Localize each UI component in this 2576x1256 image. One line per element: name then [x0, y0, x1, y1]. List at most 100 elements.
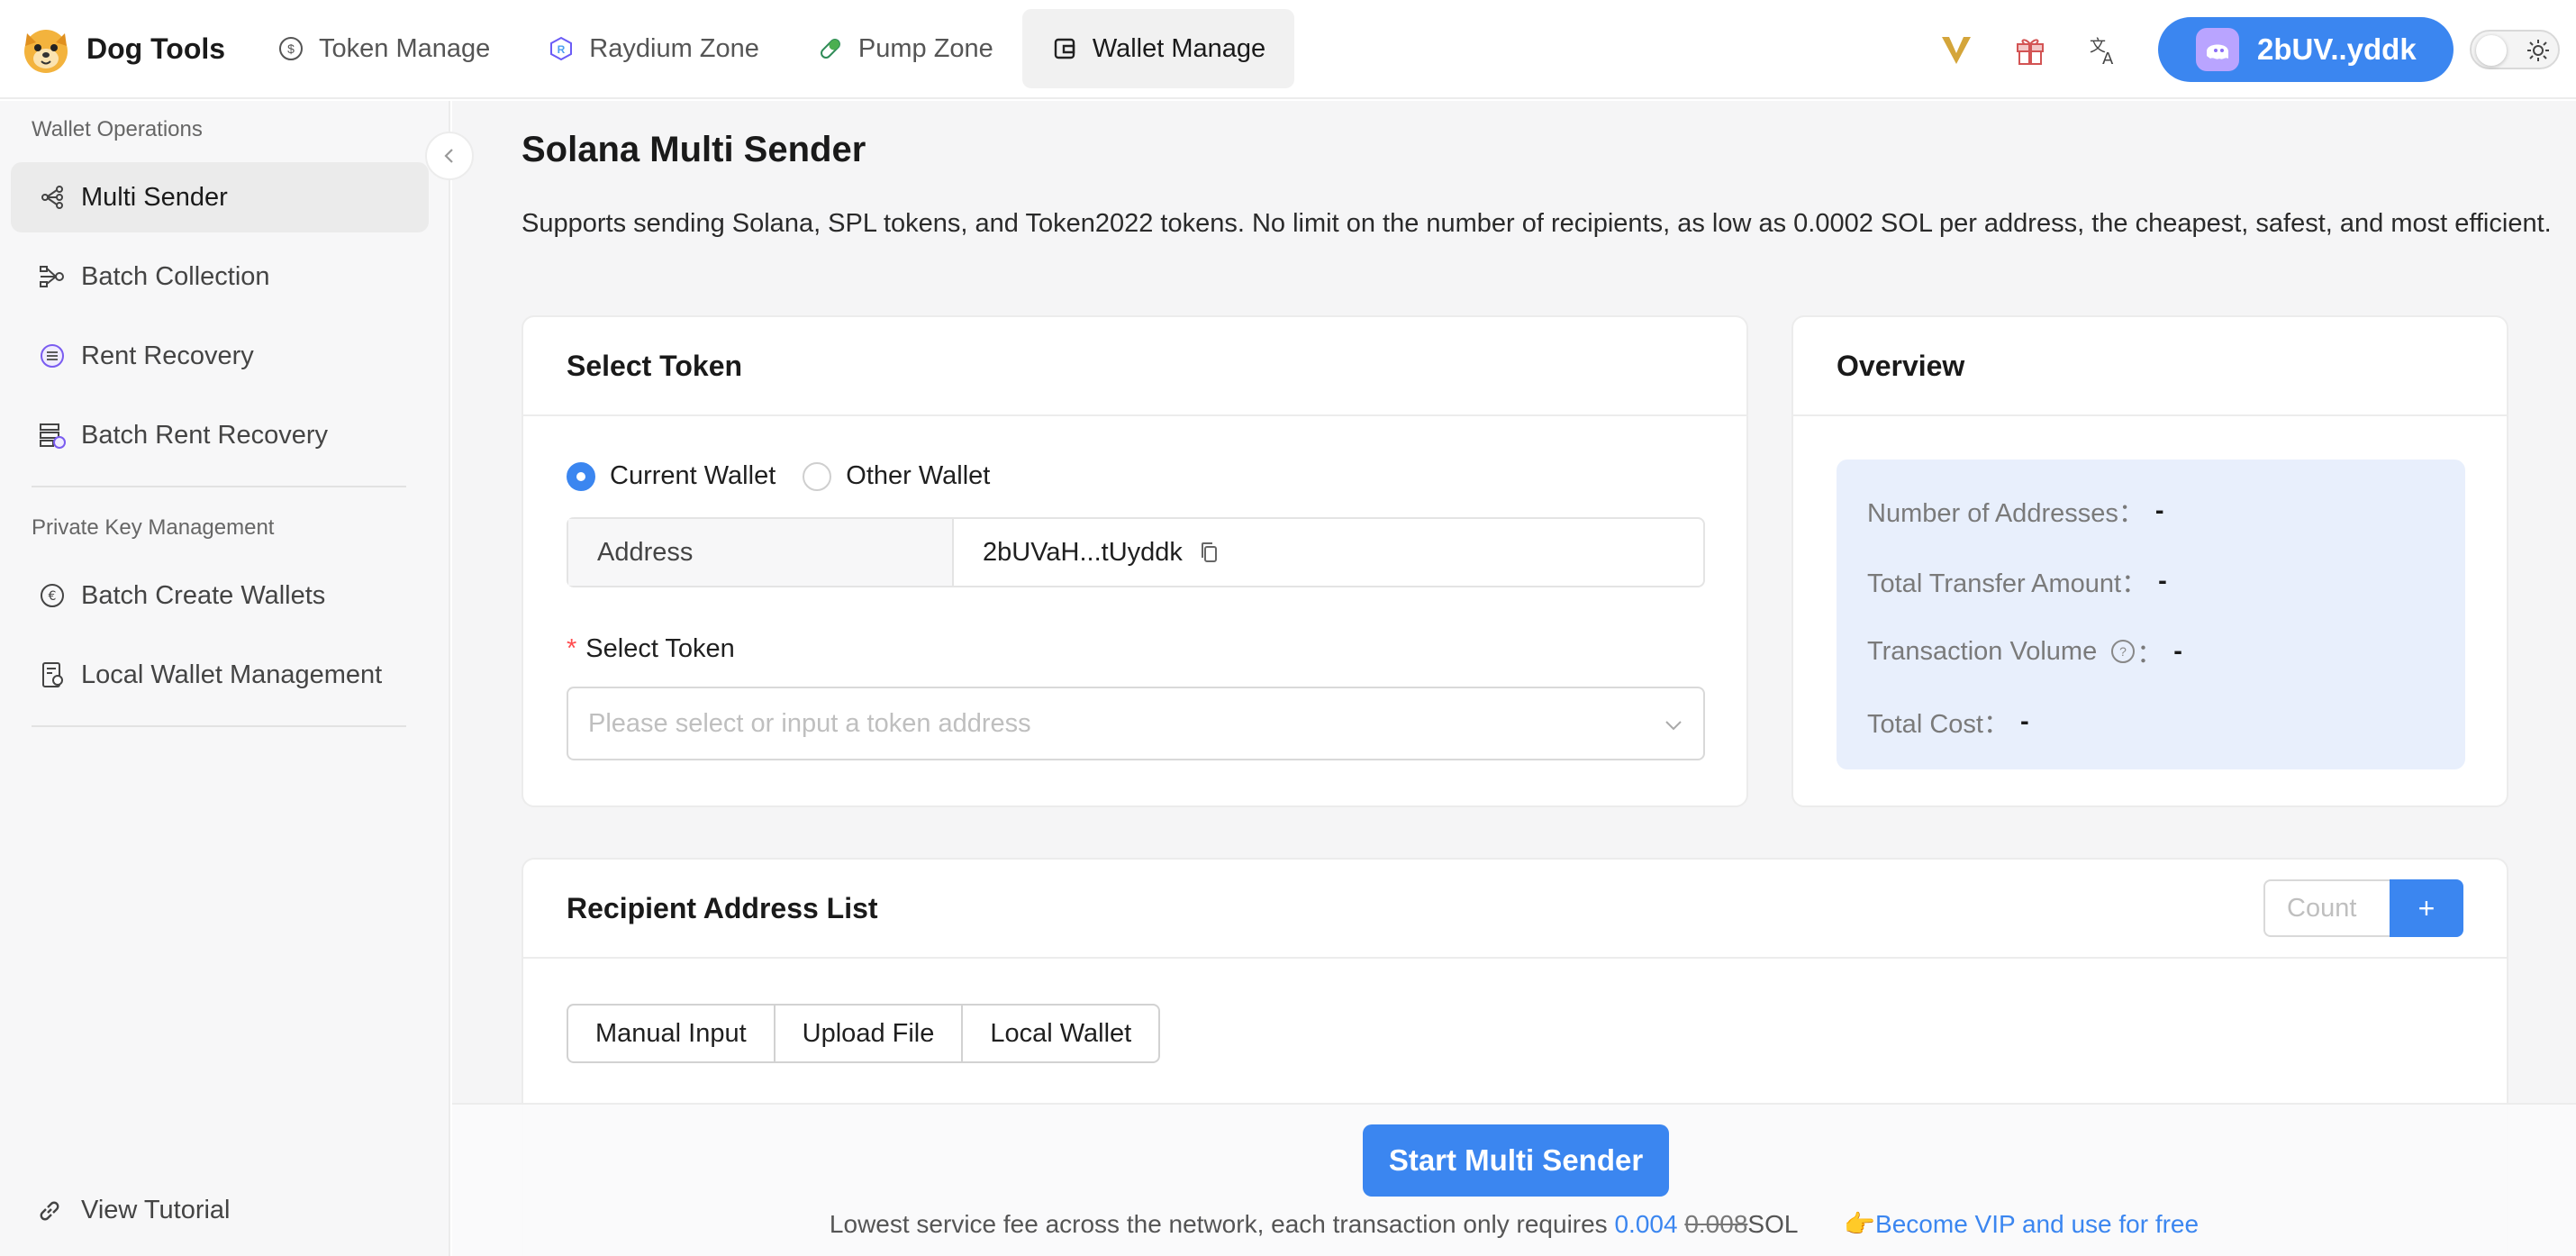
- address-text: 2bUVaH...tUyddk: [983, 537, 1183, 567]
- recipient-list-title: Recipient Address List: [523, 860, 2507, 959]
- translate-icon[interactable]: 文A: [2084, 30, 2124, 69]
- stat-suffix: ：: [2136, 640, 2163, 669]
- stat-total-cost: Total Cost： -: [1867, 703, 2029, 741]
- sidebar-collapse-button[interactable]: [425, 132, 474, 180]
- tab-upload-file[interactable]: Upload File: [773, 1004, 964, 1063]
- svg-text:$: $: [287, 41, 295, 56]
- main-content: Solana Multi Sender Supports sending Sol…: [452, 101, 2576, 1256]
- add-count-button[interactable]: +: [2390, 879, 2463, 937]
- help-circle-icon[interactable]: ?: [2109, 638, 2136, 665]
- dollar-icon: $: [279, 37, 304, 60]
- sidebar-item-label: Local Wallet Management: [81, 660, 383, 689]
- sidebar-item-label: Batch Create Wallets: [81, 580, 326, 610]
- sidebar-item-label: Rent Recovery: [81, 341, 254, 370]
- sidebar-item-rent-recovery[interactable]: Rent Recovery: [11, 321, 429, 391]
- select-token-card-title: Select Token: [523, 317, 1746, 416]
- gift-icon[interactable]: [2010, 30, 2050, 69]
- link-icon: [40, 1201, 59, 1220]
- select-token-label-text: Select Token: [585, 634, 735, 663]
- wallet-address-label: 2bUV..yddk: [2257, 32, 2417, 66]
- stat-value: -: [2158, 566, 2167, 596]
- app-name: Dog Tools: [86, 32, 226, 65]
- sidebar-item-batch-create-wallets[interactable]: € Batch Create Wallets: [11, 560, 429, 631]
- stat-transaction-volume: Transaction Volume ? ： -: [1867, 633, 2182, 670]
- connected-wallet-button[interactable]: 2bUV..yddk: [2158, 17, 2454, 82]
- svg-text:A: A: [2102, 50, 2114, 68]
- sidebar-item-batch-rent-recovery[interactable]: Batch Rent Recovery: [11, 400, 429, 470]
- address-label: Address: [568, 519, 954, 586]
- fee-price: 0.004: [1614, 1210, 1678, 1238]
- svg-text:?: ?: [2119, 644, 2127, 659]
- stat-value: -: [2019, 706, 2029, 736]
- sidebar-item-local-wallet-management[interactable]: Local Wallet Management: [11, 640, 429, 710]
- fee-old-price: 0.008: [1684, 1210, 1748, 1238]
- address-value: 2bUVaH...tUyddk: [954, 519, 1222, 586]
- merge-icon: [40, 266, 64, 287]
- bottom-action-bar: Start Multi Sender Lowest service fee ac…: [452, 1103, 2576, 1256]
- euro-icon: €: [41, 584, 64, 607]
- radio-dot: [567, 461, 595, 491]
- stat-label: Number of Addresses：: [1867, 499, 2145, 528]
- become-vip-link[interactable]: 👉Become VIP and use for free: [1844, 1210, 2199, 1238]
- raydium-icon: R: [550, 36, 573, 61]
- sidebar-item-label: Batch Rent Recovery: [81, 420, 329, 450]
- nav-label: Wallet Manage: [1092, 33, 1266, 63]
- sidebar-item-multi-sender[interactable]: Multi Sender: [11, 162, 429, 232]
- count-input[interactable]: Count: [2263, 879, 2390, 937]
- share-nodes-icon: [41, 186, 63, 209]
- nav-pump-zone[interactable]: Pump Zone: [788, 9, 1022, 88]
- page-title: Solana Multi Sender: [522, 130, 866, 169]
- theme-toggle[interactable]: [2470, 30, 2560, 69]
- radio-other-wallet[interactable]: Other Wallet: [803, 461, 990, 491]
- copy-icon[interactable]: [1197, 540, 1222, 565]
- svg-text:R: R: [558, 43, 566, 56]
- sidebar-item-label: Multi Sender: [81, 182, 228, 212]
- sidebar-item-batch-collection[interactable]: Batch Collection: [11, 241, 429, 312]
- token-address-select[interactable]: Please select or input a token address: [567, 687, 1705, 760]
- select-token-field-label: * Select Token: [567, 634, 735, 664]
- sidebar-divider: [32, 486, 406, 487]
- wallet-doc-icon: [42, 662, 63, 687]
- main-nav: $ Token Manage R Raydium Zone Pump Zone …: [249, 0, 1295, 98]
- token-select-placeholder: Please select or input a token address: [588, 708, 1031, 738]
- section-private-key-management: Private Key Management: [32, 515, 275, 540]
- tutorial-label: View Tutorial: [81, 1196, 231, 1224]
- fee-text: Lowest service fee across the network, e…: [829, 1210, 1608, 1238]
- fee-notice: Lowest service fee across the network, e…: [452, 1209, 2576, 1239]
- stat-number-of-addresses: Number of Addresses： -: [1867, 492, 2164, 530]
- tab-local-wallet[interactable]: Local Wallet: [961, 1004, 1161, 1063]
- nav-label: Pump Zone: [857, 33, 993, 63]
- top-bar: Dog Tools $ Token Manage R Raydium Zone …: [0, 0, 2576, 99]
- wallet-address-row: Address 2bUVaH...tUyddk: [567, 517, 1705, 587]
- view-tutorial-link[interactable]: View Tutorial: [36, 1196, 231, 1225]
- radio-current-wallet[interactable]: Current Wallet: [567, 461, 776, 491]
- stat-label: Total Transfer Amount：: [1867, 569, 2148, 598]
- chevron-left-icon: [444, 149, 453, 163]
- nav-wallet-manage[interactable]: Wallet Manage: [1021, 9, 1295, 88]
- stat-value: -: [2154, 496, 2164, 525]
- stat-label: Transaction Volume: [1867, 636, 2098, 666]
- sidebar-divider: [32, 725, 406, 727]
- nav-raydium-zone[interactable]: R Raydium Zone: [519, 9, 788, 88]
- stat-value: -: [2173, 636, 2182, 666]
- nav-token-manage[interactable]: $ Token Manage: [249, 9, 519, 88]
- sidebar: Wallet Operations Multi Sender Batch Col…: [0, 101, 450, 1256]
- sidebar-item-label: Batch Collection: [81, 261, 270, 291]
- start-multi-sender-button[interactable]: Start Multi Sender: [1363, 1124, 1669, 1197]
- overview-card-title: Overview: [1793, 317, 2507, 416]
- stat-total-transfer-amount: Total Transfer Amount： -: [1867, 562, 2167, 600]
- wallet-source-radio-group: Current Wallet Other Wallet: [567, 461, 1017, 491]
- fee-unit: SOL: [1747, 1210, 1798, 1238]
- tab-manual-input[interactable]: Manual Input: [567, 1004, 776, 1063]
- stat-label: Total Cost：: [1867, 710, 2009, 739]
- chevron-down-icon: [1665, 721, 1682, 731]
- svg-text:€: €: [49, 589, 57, 604]
- pill-icon: [820, 39, 840, 59]
- input-method-tabs: Manual Input Upload File Local Wallet: [567, 1004, 1161, 1063]
- required-mark: *: [567, 634, 577, 663]
- app-logo[interactable]: Dog Tools: [18, 0, 225, 98]
- nav-label: Token Manage: [319, 33, 491, 63]
- sun-icon: [2527, 40, 2549, 61]
- vip-icon[interactable]: [1937, 30, 1976, 69]
- overview-card: Overview Number of Addresses： - Total Tra…: [1791, 315, 2508, 807]
